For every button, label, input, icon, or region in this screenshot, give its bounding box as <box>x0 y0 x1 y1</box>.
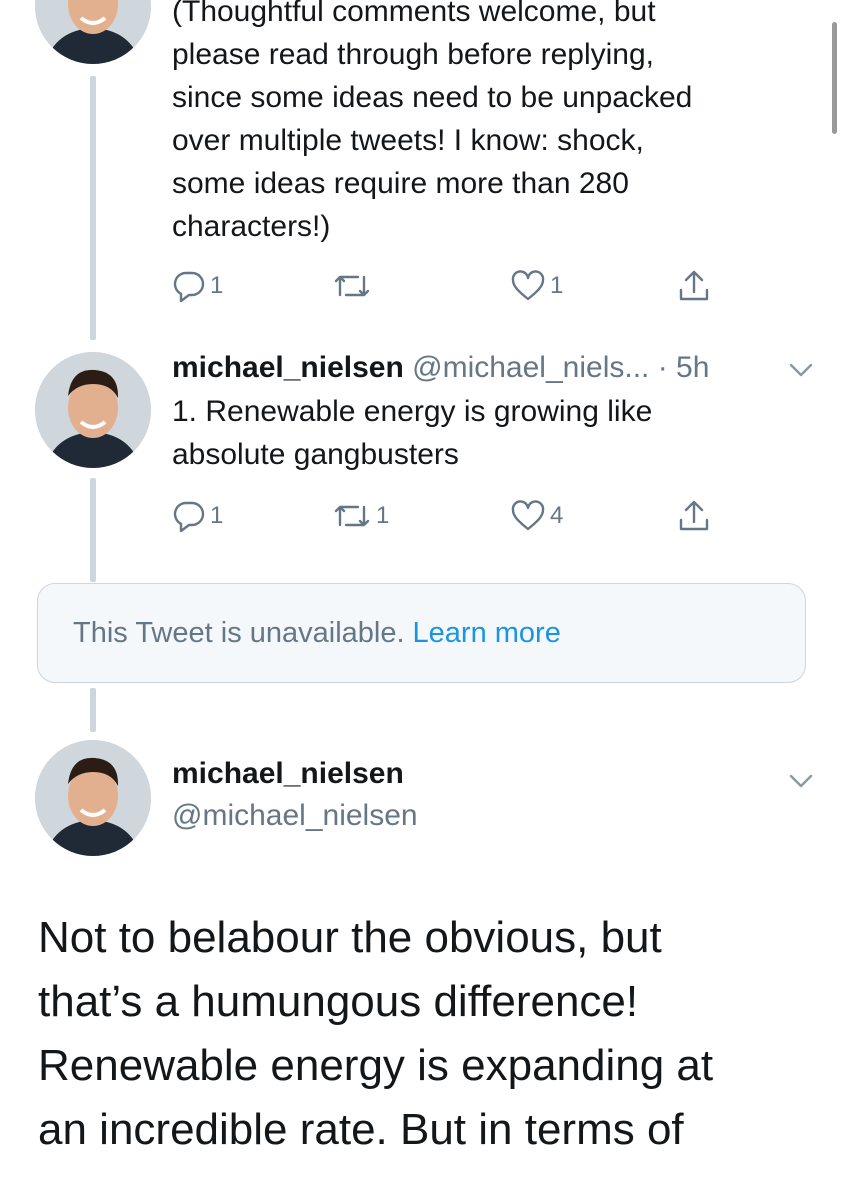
retweet-button[interactable] <box>332 266 376 306</box>
like-button[interactable]: 1 <box>510 266 563 306</box>
thread-line <box>90 76 96 340</box>
username[interactable]: @michael_nielsen <box>172 799 418 832</box>
like-button[interactable]: 4 <box>510 496 563 536</box>
chevron-down-icon[interactable] <box>788 362 814 383</box>
retweet-icon <box>332 499 372 533</box>
tweet-header: michael_nielsen @michael_niels... · 5h <box>172 350 709 386</box>
tweet-text: (Thoughtful comments welcome, but please… <box>172 0 693 243</box>
reply-button[interactable]: 1 <box>172 496 223 536</box>
main-tweet-handle[interactable]: @michael_nielsen <box>172 798 418 834</box>
reply-icon <box>172 269 206 303</box>
like-count: 1 <box>550 272 564 299</box>
retweet-icon <box>332 269 372 303</box>
main-tweet-text: Not to belabour the obvious, but that’s … <box>38 913 714 1154</box>
timestamp[interactable]: · 5h <box>658 351 710 384</box>
share-button[interactable] <box>676 266 712 306</box>
display-name[interactable]: michael_nielsen <box>172 757 404 790</box>
like-icon <box>510 499 546 533</box>
retweet-count: 1 <box>376 502 390 529</box>
display-name[interactable]: michael_nielsen <box>172 351 404 384</box>
learn-more-link[interactable]: Learn more <box>413 617 561 650</box>
like-count: 4 <box>550 502 564 529</box>
avatar[interactable] <box>35 740 151 856</box>
tweet-actions: 1 1 4 <box>172 496 722 536</box>
username[interactable]: @michael_niels... <box>412 351 649 384</box>
like-icon <box>510 269 546 303</box>
tweet-text: 1. Renewable energy is growing like abso… <box>172 395 653 471</box>
reply-button[interactable]: 1 <box>172 266 223 306</box>
main-tweet-name[interactable]: michael_nielsen <box>172 756 404 792</box>
share-button[interactable] <box>676 496 712 536</box>
reply-count: 1 <box>210 502 224 529</box>
avatar[interactable] <box>35 352 151 468</box>
retweet-button[interactable]: 1 <box>332 496 389 536</box>
thread-line <box>90 478 96 582</box>
chevron-down-icon[interactable] <box>788 773 814 794</box>
scrollbar[interactable] <box>832 22 837 134</box>
share-icon <box>676 268 712 304</box>
tweet-actions: 1 1 <box>172 266 722 306</box>
unavailable-tweet-card: This Tweet is unavailable. Learn more <box>37 583 806 683</box>
avatar[interactable] <box>35 0 151 64</box>
unavailable-text: This Tweet is unavailable. <box>73 616 405 649</box>
share-icon <box>676 498 712 534</box>
thread-line <box>90 688 96 732</box>
reply-count: 1 <box>210 272 224 299</box>
reply-icon <box>172 499 206 533</box>
